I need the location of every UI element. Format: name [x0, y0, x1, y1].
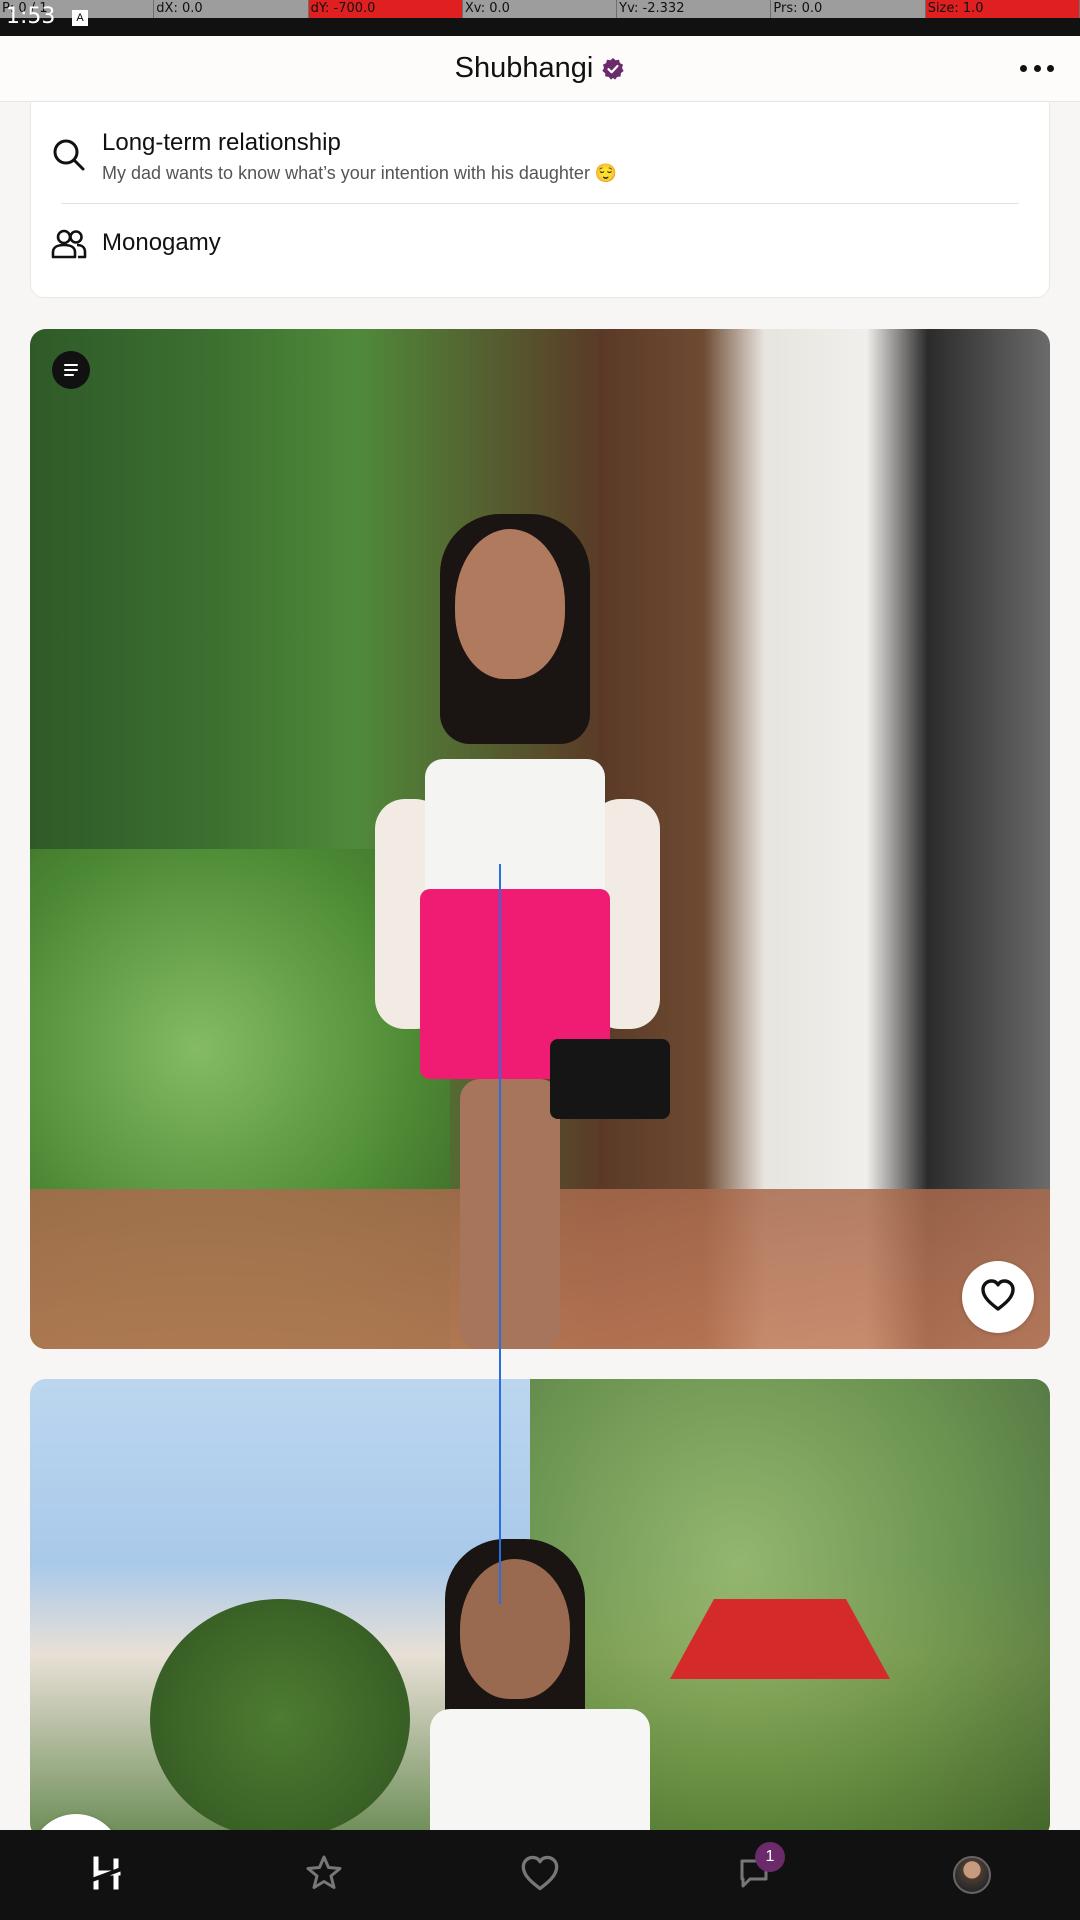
debug-cell-xv: Xv: 0.0 [462, 0, 618, 18]
debug-cell-prs: Prs: 0.0 [771, 0, 926, 18]
search-icon [49, 135, 89, 175]
nav-likes-you[interactable] [505, 1840, 575, 1910]
nav-profile[interactable] [937, 1840, 1007, 1910]
photo-bush [150, 1599, 410, 1830]
more-options-icon[interactable] [1020, 58, 1054, 78]
photo-subject-face [460, 1559, 570, 1699]
star-icon [304, 1853, 344, 1898]
debug-cell-yv: Yv: -2.332 [617, 0, 772, 18]
profile-header: Shubhangi [0, 36, 1080, 102]
profile-photo[interactable] [30, 329, 1050, 1349]
info-row-title: Monogamy [102, 229, 221, 256]
nav-discover[interactable] [73, 1840, 143, 1910]
debug-cell-dx: dX: 0.0 [154, 0, 309, 18]
touch-trace-line [499, 864, 501, 1604]
divider [61, 203, 1019, 204]
caption-icon[interactable] [52, 351, 90, 389]
photo-subject-top [430, 1709, 650, 1830]
profile-name: Shubhangi [454, 52, 594, 84]
unread-count-badge: 1 [755, 1842, 785, 1872]
status-notification-icon: A [72, 10, 88, 26]
profile-content[interactable]: Long-term relationship My dad wants to k… [0, 102, 1080, 1830]
like-photo-button[interactable] [962, 1261, 1034, 1333]
debug-cell-size: Size: 1.0 [925, 0, 1080, 18]
verified-badge-icon [601, 57, 625, 81]
people-icon [49, 225, 89, 265]
bottom-navigation: 1 [0, 1830, 1080, 1920]
heart-icon [980, 1278, 1016, 1317]
status-time: 1:53 [6, 4, 56, 29]
hinge-logo-icon [88, 1853, 128, 1898]
info-row-subtitle: My dad wants to know what’s your intenti… [102, 163, 618, 183]
pointer-debug-bar: P: 0 / 1 dX: 0.0 dY: -700.0 Xv: 0.0 Yv: … [0, 0, 1080, 18]
heart-icon [520, 1854, 560, 1897]
profile-photo[interactable] [30, 1379, 1050, 1830]
photo-subject-bag [550, 1039, 670, 1119]
photo-subject-legs [460, 1079, 560, 1349]
nav-standouts[interactable] [289, 1840, 359, 1910]
photo-subject-face [455, 529, 565, 679]
header-title-group: Shubhangi [0, 52, 1080, 85]
debug-cell-dy: dY: -700.0 [308, 0, 463, 18]
photo-subject-top [425, 759, 605, 909]
avatar [953, 1856, 991, 1894]
info-row-title: Long-term relationship [102, 129, 341, 156]
nav-matches[interactable]: 1 [721, 1840, 791, 1910]
profile-info-card: Long-term relationship My dad wants to k… [30, 102, 1050, 298]
